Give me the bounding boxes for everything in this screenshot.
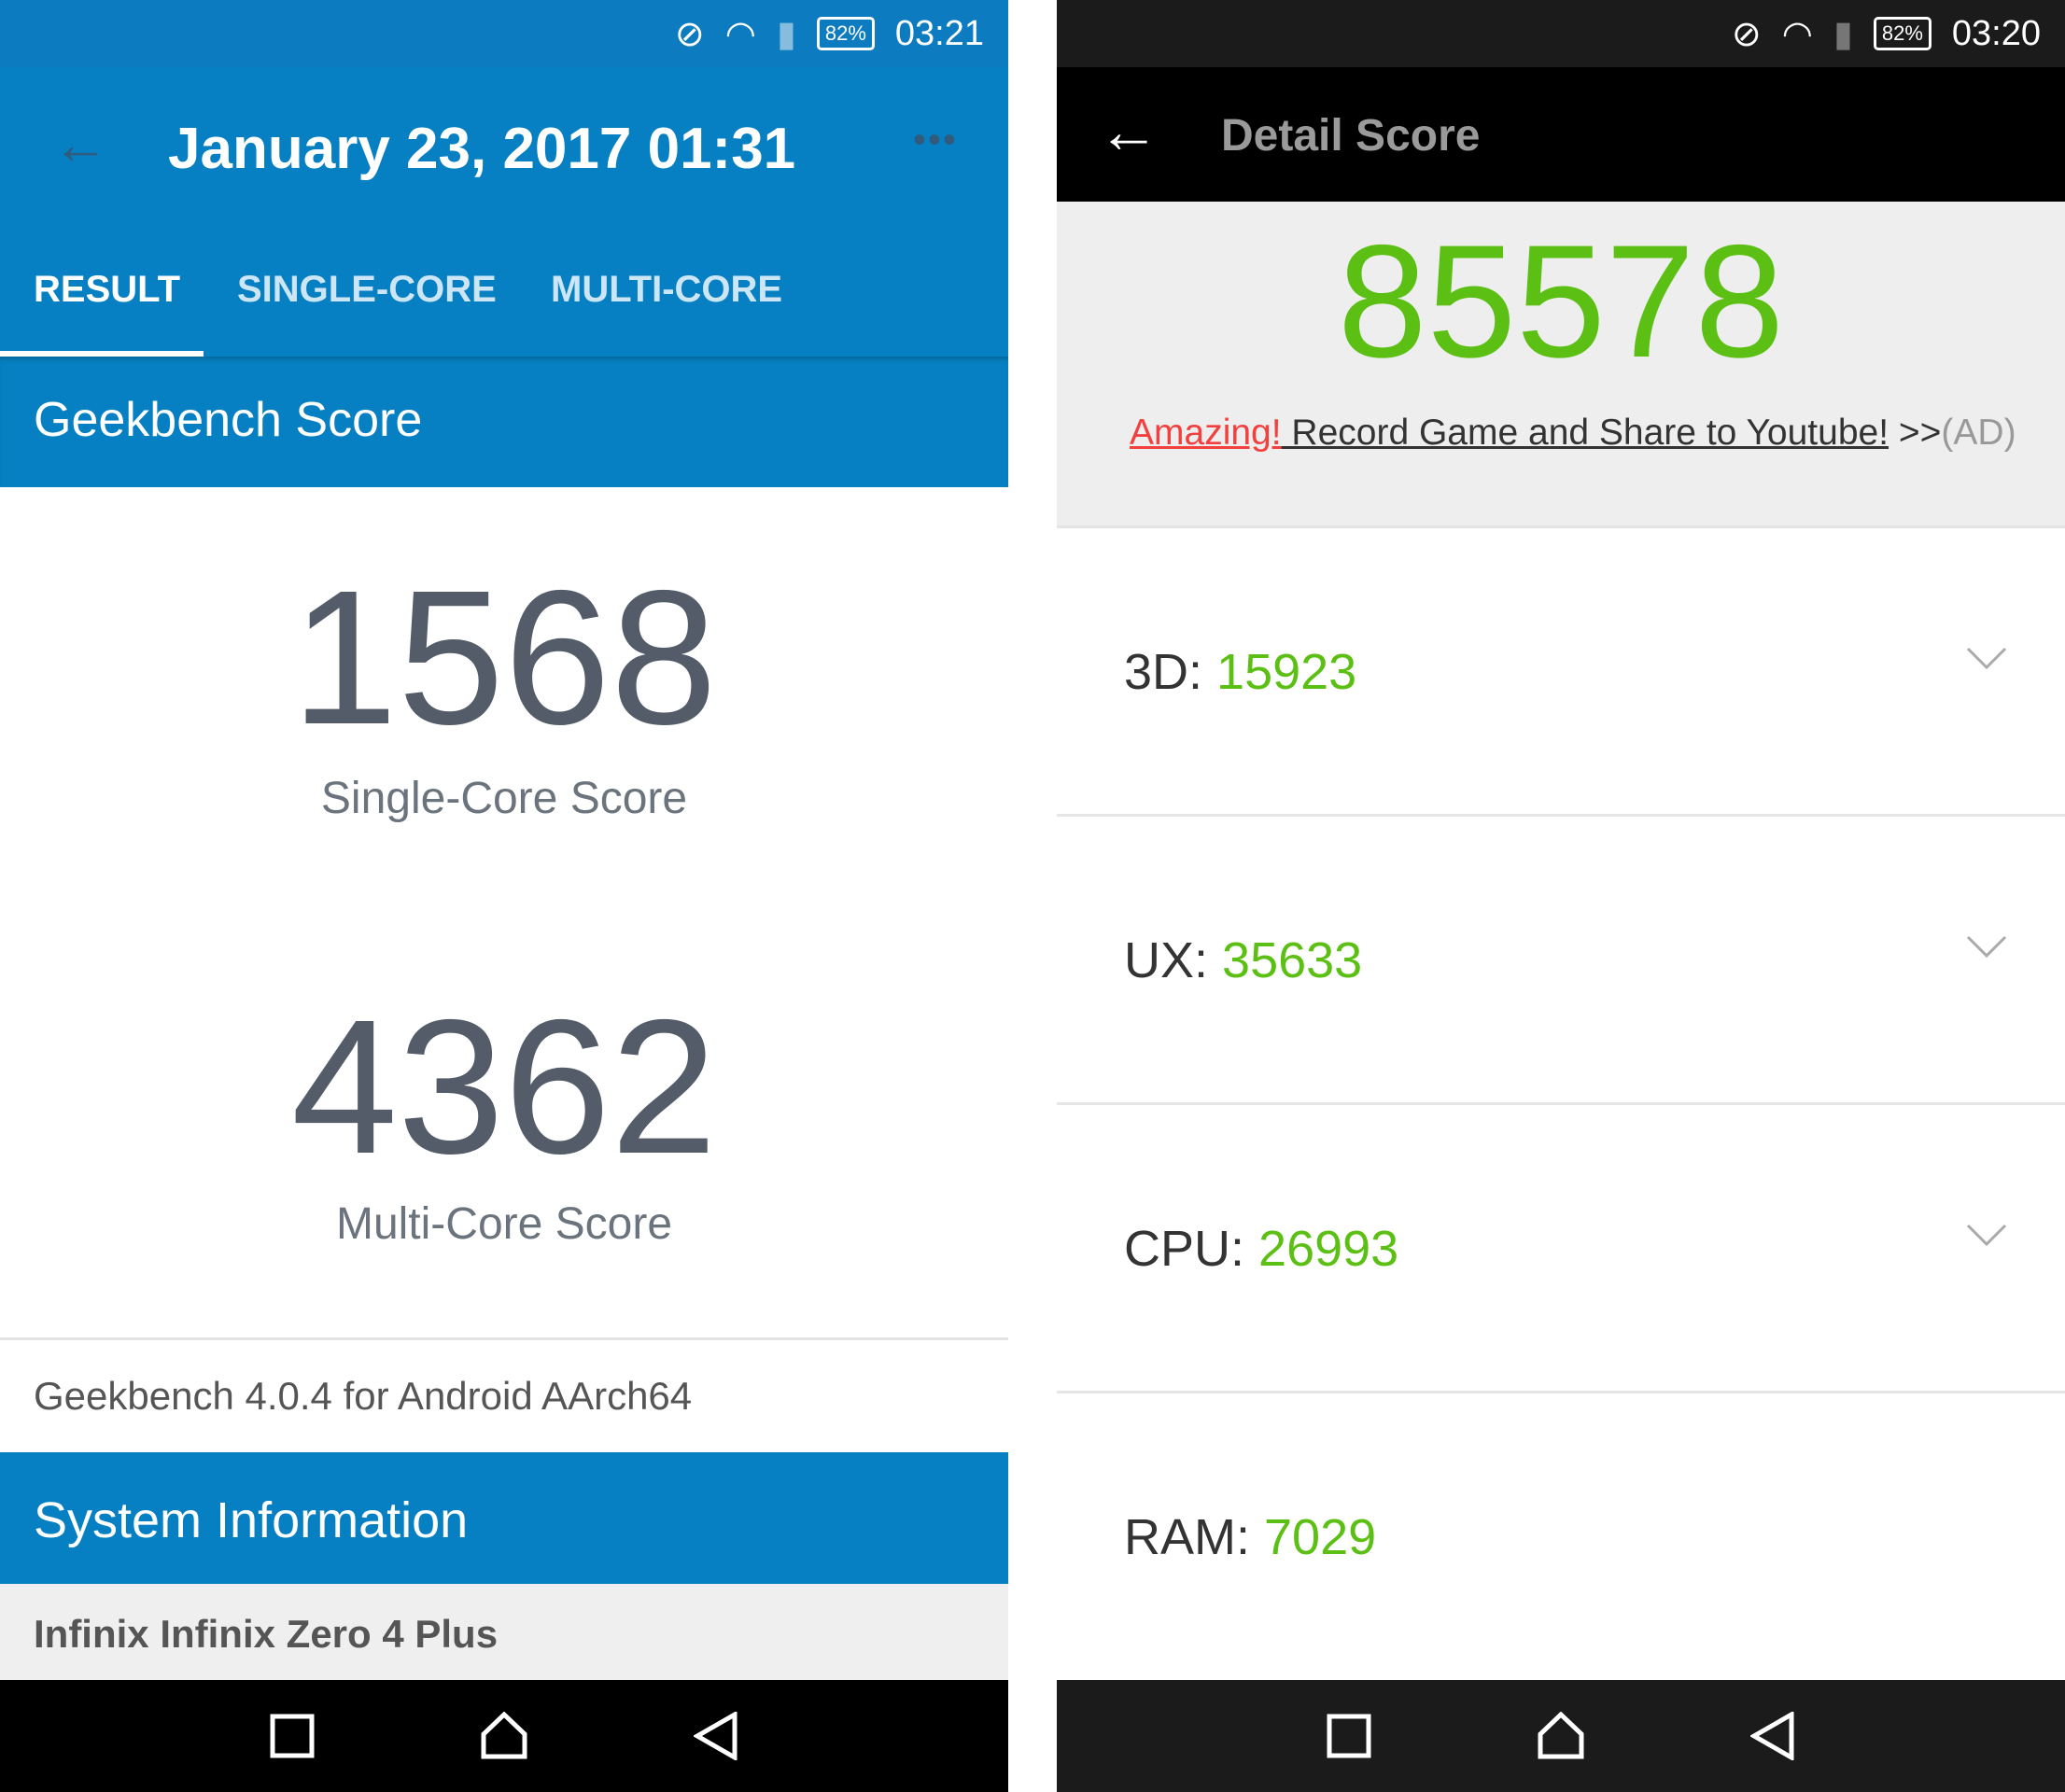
ad-tag: (AD) <box>1941 413 2016 453</box>
battery-icon: 82% <box>816 17 875 50</box>
version-text: Geekbench 4.0.4 for Android AArch64 <box>34 1374 693 1418</box>
back-arrow-icon[interactable]: ← <box>52 112 108 176</box>
row-value: 26993 <box>1258 1221 1399 1277</box>
clock: 03:21 <box>894 13 984 53</box>
wifi-icon: ◠ <box>1781 14 1813 54</box>
back-icon[interactable] <box>694 1712 738 1760</box>
dnd-icon: ⊘ <box>1731 14 1762 54</box>
recents-icon[interactable] <box>1327 1714 1371 1758</box>
battery-icon: 82% <box>1873 17 1932 50</box>
ad-text: Record Game and Share to Youtube! <box>1281 413 1889 453</box>
row-value: 7029 <box>1264 1509 1377 1565</box>
recents-icon[interactable] <box>270 1714 315 1758</box>
home-icon[interactable] <box>480 1712 528 1760</box>
chevron-down-icon[interactable] <box>1966 933 2007 961</box>
more-options-icon[interactable]: ••• <box>913 119 958 161</box>
multi-core-label: Multi-Core Score <box>335 1199 673 1249</box>
single-core-label: Single-Core Score <box>320 774 688 823</box>
home-icon[interactable] <box>1537 1712 1585 1760</box>
nav-bar <box>0 1680 1008 1792</box>
ad-arrow: >> <box>1889 413 1942 453</box>
multi-core-score: 4362 <box>290 980 718 1194</box>
row-value: 15923 <box>1216 644 1357 700</box>
score-row-ram: RAM: 7029 <box>1057 1393 2065 1682</box>
geekbench-screen: ⊘ ◠ ▮ 82% 03:21 ← January 23, 2017 01:31… <box>0 0 1008 1792</box>
section-title: Geekbench Score <box>34 393 423 447</box>
tab-result[interactable]: RESULT <box>34 269 180 311</box>
ad-highlight: Amazing! <box>1130 413 1282 453</box>
dnd-icon: ⊘ <box>674 14 705 54</box>
row-value: 35633 <box>1222 932 1363 988</box>
back-icon[interactable] <box>1750 1712 1795 1760</box>
system-info-title: System Information <box>34 1492 469 1548</box>
page-title: January 23, 2017 01:31 <box>168 117 796 181</box>
row-label: UX: <box>1124 932 1223 988</box>
tab-multi-core[interactable]: MULTI-CORE <box>551 269 782 311</box>
wifi-icon: ◠ <box>724 14 756 54</box>
chevron-down-icon[interactable] <box>1966 645 2007 673</box>
row-label: 3D: <box>1124 644 1217 700</box>
score-row-ux[interactable]: UX: 35633 <box>1057 817 2065 1105</box>
app-header: ← Detail Score <box>1057 67 2065 202</box>
nav-bar <box>1057 1680 2065 1792</box>
section-header: Geekbench Score <box>0 357 1008 487</box>
single-core-score: 1568 <box>290 551 718 764</box>
tab-single-core[interactable]: SINGLE-CORE <box>237 269 497 311</box>
page-title: Detail Score <box>1221 111 1481 161</box>
total-score-panel: 85578 Amazing! Record Game and Share to … <box>1057 202 2065 528</box>
total-score: 85578 <box>1337 212 1785 391</box>
system-info-header: System Information <box>0 1452 1008 1584</box>
device-name: Infinix Infinix Zero 4 Plus <box>34 1612 499 1656</box>
no-sim-icon: ▮ <box>1833 14 1853 54</box>
antutu-screen: ⊘ ◠ ▮ 82% 03:20 ← Detail Score 85578 Ama… <box>1057 0 2065 1792</box>
divider <box>0 1337 1008 1340</box>
score-row-cpu[interactable]: CPU: 26993 <box>1057 1105 2065 1393</box>
score-row-3d[interactable]: 3D: 15923 <box>1057 528 2065 817</box>
status-bar: ⊘ ◠ ▮ 82% 03:20 <box>1057 0 2065 67</box>
row-label: CPU: <box>1124 1221 1259 1277</box>
device-row: Infinix Infinix Zero 4 Plus <box>0 1584 1008 1680</box>
status-bar: ⊘ ◠ ▮ 82% 03:21 <box>0 0 1008 67</box>
chevron-down-icon[interactable] <box>1966 1222 2007 1250</box>
clock: 03:20 <box>1951 13 2041 53</box>
no-sim-icon: ▮ <box>776 14 796 54</box>
back-arrow-icon[interactable]: ← <box>1098 95 1159 166</box>
row-label: RAM: <box>1124 1509 1265 1565</box>
ad-link[interactable]: Amazing! Record Game and Share to Youtub… <box>1130 413 2016 454</box>
